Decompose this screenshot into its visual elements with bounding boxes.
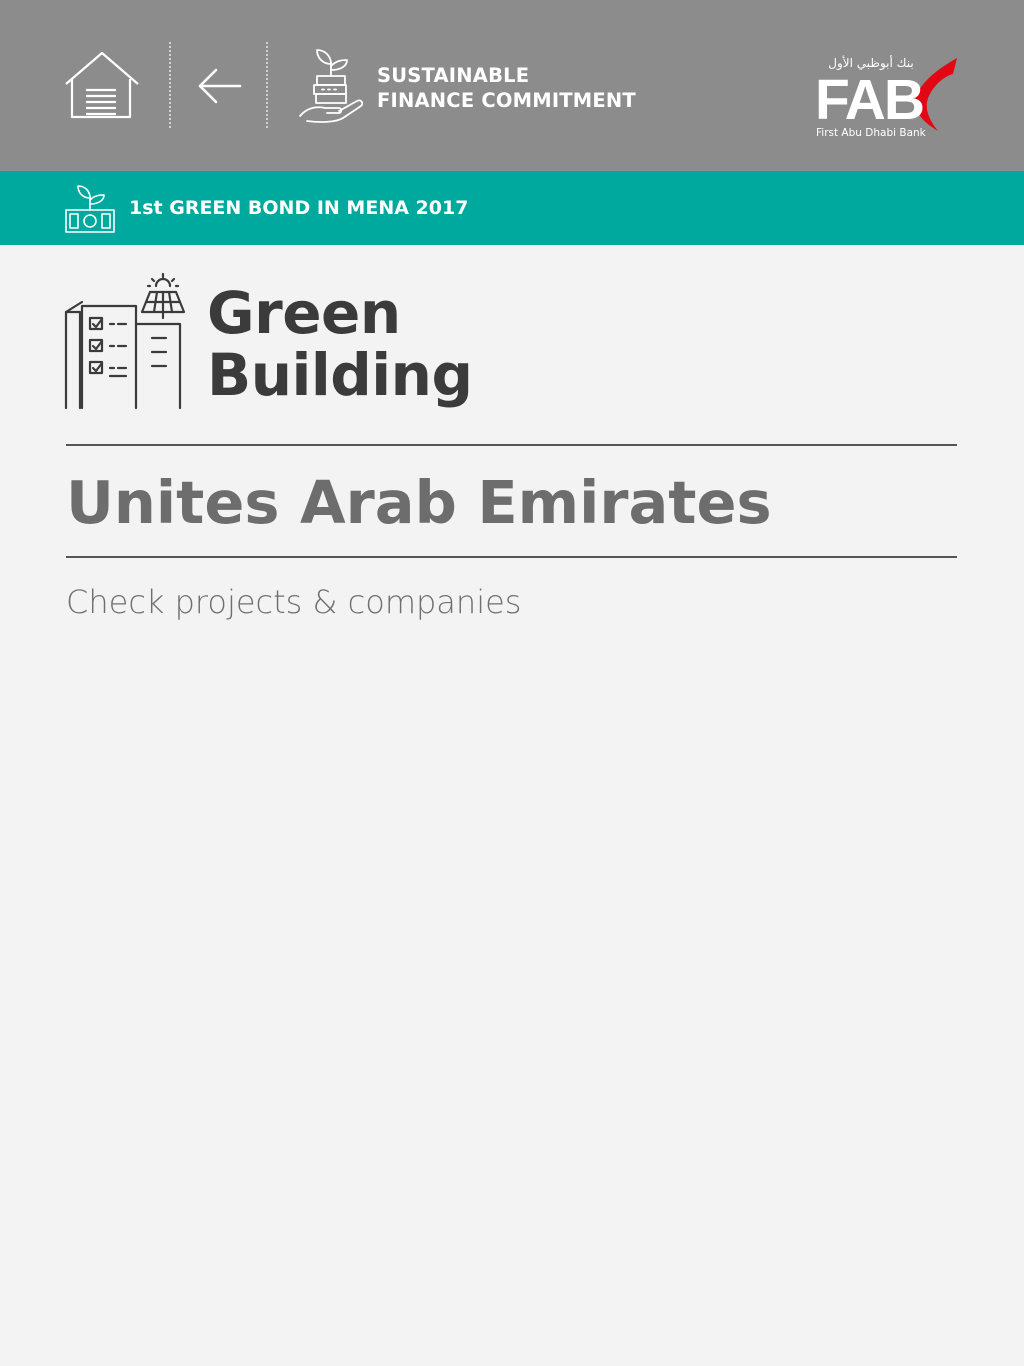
top-header: SUSTAINABLE FINANCE COMMITMENT بنك أبوظب…: [0, 0, 1024, 171]
section-title-line1: SUSTAINABLE: [377, 64, 530, 87]
bottom-divider-line: [66, 556, 957, 558]
back-button[interactable]: [196, 66, 244, 106]
section-title: SUSTAINABLE FINANCE COMMITMENT: [377, 63, 707, 113]
top-divider-line: [66, 444, 957, 446]
country-name: Unites Arab Emirates: [66, 468, 772, 537]
fab-logo: بنك أبوظبي الأول FAB First Abu Dhabi Ban…: [814, 56, 960, 146]
check-projects-link[interactable]: Check projects & companies: [66, 580, 521, 624]
green-bond-banner: 1st GREEN BOND IN MENA 2017: [0, 171, 1024, 245]
category-title-line1: Green: [207, 279, 401, 347]
fab-wordmark: FAB: [815, 68, 925, 132]
plant-coins-hand-icon: [297, 46, 365, 124]
section-title-line2: FINANCE COMMITMENT: [377, 89, 636, 112]
green-bond-text: 1st GREEN BOND IN MENA 2017: [129, 197, 469, 219]
arrow-left-icon: [198, 68, 242, 104]
header-divider: [266, 42, 268, 128]
plant-money-icon: [64, 184, 116, 234]
green-building-solar-icon: [62, 272, 188, 412]
home-button[interactable]: [64, 50, 140, 120]
fab-subtitle: First Abu Dhabi Bank: [816, 127, 926, 139]
home-icon: [65, 51, 139, 119]
category-title: Green Building: [207, 279, 473, 409]
category-title-line2: Building: [207, 341, 473, 409]
header-divider: [169, 42, 171, 128]
